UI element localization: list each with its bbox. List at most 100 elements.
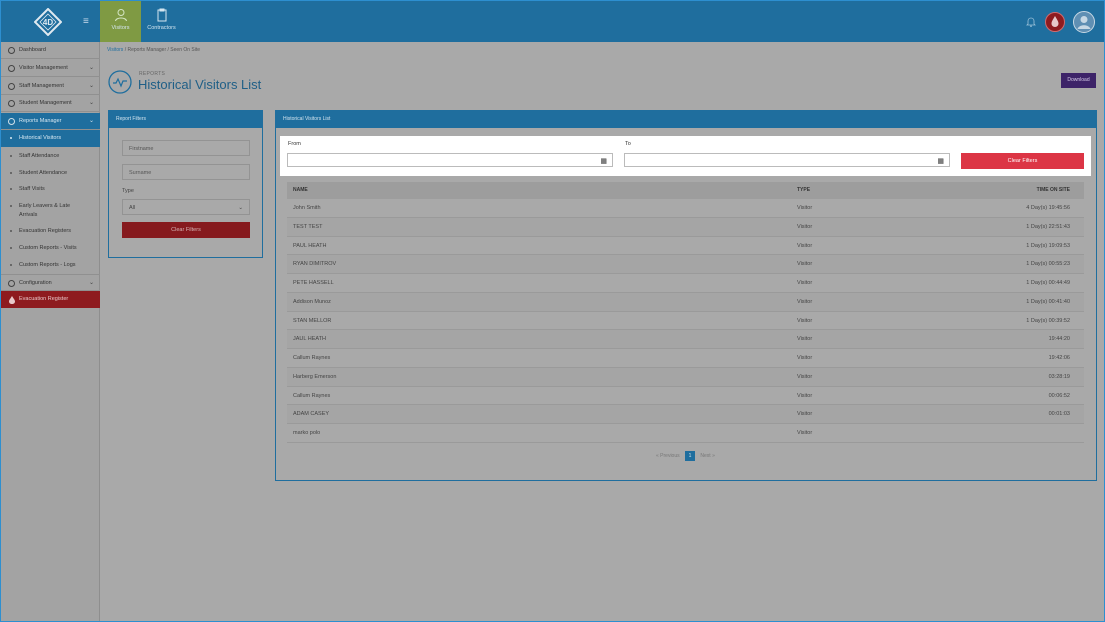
panel-title: Report Filters xyxy=(109,111,262,128)
sidebar-item-evacuation-register[interactable]: Evacuation Register xyxy=(1,291,100,308)
sidebar-item-visitor-management[interactable]: Visitor Management ⌄ xyxy=(1,60,100,77)
bell-icon[interactable] xyxy=(1025,16,1037,28)
sidebar-subitem-student-attendance[interactable]: Student Attendance xyxy=(1,169,100,177)
sidebar-subitem-label: Staff Attendance xyxy=(19,153,60,159)
sidebar-subitem-custom-reports-logs[interactable]: Custom Reports - Logs xyxy=(1,261,100,269)
cell-type: Visitor xyxy=(797,373,813,380)
visitors-table: NAME TYPE TIME ON SITE John Smith Visitor… xyxy=(287,182,1084,443)
sidebar-item-label: Reports Manager xyxy=(19,118,62,124)
column-header-time[interactable]: TIME ON SITE xyxy=(1037,182,1070,199)
sidebar-subitem-staff-visits[interactable]: Staff Visits xyxy=(1,185,100,193)
cell-name: John Smith xyxy=(293,205,321,211)
sidebar-item-label: Configuration xyxy=(19,280,52,286)
breadcrumb-visitors[interactable]: Visitors xyxy=(107,47,123,53)
chevron-down-icon: ⌄ xyxy=(88,83,94,89)
column-header-type[interactable]: TYPE xyxy=(797,182,810,199)
column-header-name[interactable]: NAME xyxy=(293,182,308,199)
sidebar-subitem-label: Historical Visitors xyxy=(19,135,62,141)
evacuation-alert-icon[interactable] xyxy=(1045,12,1065,32)
table-row[interactable]: PAUL HEATH Visitor 1 Day(s) 19:09:53 xyxy=(287,237,1084,256)
student-icon xyxy=(8,100,15,107)
cell-time: 00:01:03 xyxy=(1048,411,1070,418)
cell-name: ADAM CASEY xyxy=(293,411,330,418)
pager-previous[interactable]: « Previous xyxy=(656,453,680,459)
sidebar-subitem-staff-attendance[interactable]: Staff Attendance xyxy=(1,152,100,160)
to-label: To xyxy=(625,141,631,147)
sidebar-subitem-custom-reports-visits[interactable]: Custom Reports - Visits xyxy=(1,244,100,252)
cell-time: 1 Day(s) 22:51:43 xyxy=(1026,223,1070,230)
bullet-icon xyxy=(10,137,12,139)
table-row[interactable]: John Smith Visitor 4 Day(s) 19:45:56 xyxy=(287,199,1084,218)
sidebar-subitem-early-leavers-line2[interactable]: Arrivals xyxy=(1,211,100,219)
cell-name: Harberg Emerson xyxy=(293,373,337,380)
cell-time: 1 Day(s) 00:44:49 xyxy=(1026,280,1070,286)
sidebar-subitem-evacuation-registers[interactable]: Evacuation Registers xyxy=(1,227,100,235)
table-row[interactable]: RYAN DIMITROV Visitor 1 Day(s) 00:55:23 xyxy=(287,255,1084,274)
brand-logo[interactable]: 4D xyxy=(34,8,62,36)
surname-field[interactable]: Surname xyxy=(122,164,250,180)
sidebar-item-reports-manager[interactable]: Reports Manager ⌄ xyxy=(1,113,100,130)
topnav-visitors[interactable]: Visitors xyxy=(100,1,141,42)
cell-name: RYAN DIMITROV xyxy=(293,261,337,268)
cell-time: 19:42:06 xyxy=(1048,355,1070,361)
clear-filters-button[interactable]: Clear Filters xyxy=(961,153,1084,169)
firstname-field[interactable]: Firstname xyxy=(122,140,250,156)
svg-text:4D: 4D xyxy=(43,18,53,27)
table-row[interactable]: STAN MELLOR Visitor 1 Day(s) 00:39:52 xyxy=(287,312,1084,331)
table-row[interactable]: Callum Raynes Visitor 00:06:52 xyxy=(287,387,1084,406)
menu-toggle-icon[interactable]: ≡ xyxy=(83,17,92,27)
chevron-down-icon: ⌄ xyxy=(238,205,243,211)
cell-time: 1 Day(s) 00:55:23 xyxy=(1026,261,1070,268)
sidebar-item-staff-management[interactable]: Staff Management ⌄ xyxy=(1,78,100,95)
pager-page-1[interactable]: 1 xyxy=(685,451,696,461)
table-row[interactable]: marko polo Visitor xyxy=(287,424,1084,443)
cell-type: Visitor xyxy=(797,430,813,436)
table-row[interactable]: Addison Munoz Visitor 1 Day(s) 00:41:40 xyxy=(287,292,1084,312)
table-row[interactable]: Harberg Emerson Visitor 03:28:19 xyxy=(287,367,1084,387)
cell-type: Visitor xyxy=(797,317,813,324)
bullet-icon xyxy=(10,230,12,232)
cell-type: Visitor xyxy=(797,223,813,230)
cell-type: Visitor xyxy=(797,392,813,399)
cell-time: 19:44:20 xyxy=(1048,336,1070,343)
reports-icon xyxy=(8,118,15,125)
sidebar-subitem-historical-visitors[interactable]: Historical Visitors xyxy=(1,130,100,147)
to-date-input[interactable]: ▦ xyxy=(624,153,950,167)
staff-icon xyxy=(8,83,15,90)
cell-name: marko polo xyxy=(293,430,321,436)
cell-time: 4 Day(s) 19:45:56 xyxy=(1026,205,1070,211)
bullet-icon xyxy=(10,188,12,190)
clear-filters-button[interactable]: Clear Filters xyxy=(122,222,250,238)
breadcrumb-separator: / xyxy=(124,47,127,53)
cell-name: TEST TEST xyxy=(293,223,323,230)
table-body: John Smith Visitor 4 Day(s) 19:45:56 TEST T… xyxy=(287,199,1084,443)
cell-name: Addison Munoz xyxy=(293,298,331,305)
table-row[interactable]: JAUL HEATH Visitor 19:44:20 xyxy=(287,330,1084,349)
sidebar-item-student-management[interactable]: Student Management ⌄ xyxy=(1,95,100,112)
cell-type: Visitor xyxy=(797,261,813,268)
breadcrumb-reports-manager[interactable]: Reports Manager xyxy=(127,47,166,53)
type-select-value: All xyxy=(129,205,136,211)
app-window: 4D ≡ Visitors Contractors Dashboard Visi… xyxy=(0,0,1105,622)
visitor-icon xyxy=(114,9,127,22)
calendar-icon[interactable]: ▦ xyxy=(937,157,944,165)
sidebar-item-configuration[interactable]: Configuration ⌄ xyxy=(1,274,100,291)
pager-next[interactable]: Next » xyxy=(700,453,714,459)
table-row[interactable]: PETE HASSELL Visitor 1 Day(s) 00:44:49 xyxy=(287,274,1084,293)
table-row[interactable]: TEST TEST Visitor 1 Day(s) 22:51:43 xyxy=(287,217,1084,237)
avatar[interactable] xyxy=(1073,11,1095,33)
cell-name: JAUL HEATH xyxy=(293,336,327,343)
cell-name: Callum Raynes xyxy=(293,392,331,399)
sidebar-subitem-early-leavers[interactable]: Early Leavers & Late xyxy=(1,202,100,210)
chevron-down-icon: ⌄ xyxy=(88,280,94,286)
calendar-icon[interactable]: ▦ xyxy=(600,157,607,165)
type-select[interactable]: All ⌄ xyxy=(122,199,250,215)
sidebar-subitem-label: Staff Visits xyxy=(19,186,45,192)
sidebar-item-dashboard[interactable]: Dashboard xyxy=(1,42,100,59)
table-row[interactable]: Callum Raynes Visitor 19:42:06 xyxy=(287,349,1084,368)
dashboard-icon xyxy=(8,47,15,54)
topnav-contractors[interactable]: Contractors xyxy=(141,1,182,42)
from-date-input[interactable]: ▦ xyxy=(287,153,613,167)
download-button[interactable]: Download xyxy=(1061,73,1096,88)
table-row[interactable]: ADAM CASEY Visitor 00:01:03 xyxy=(287,405,1084,424)
